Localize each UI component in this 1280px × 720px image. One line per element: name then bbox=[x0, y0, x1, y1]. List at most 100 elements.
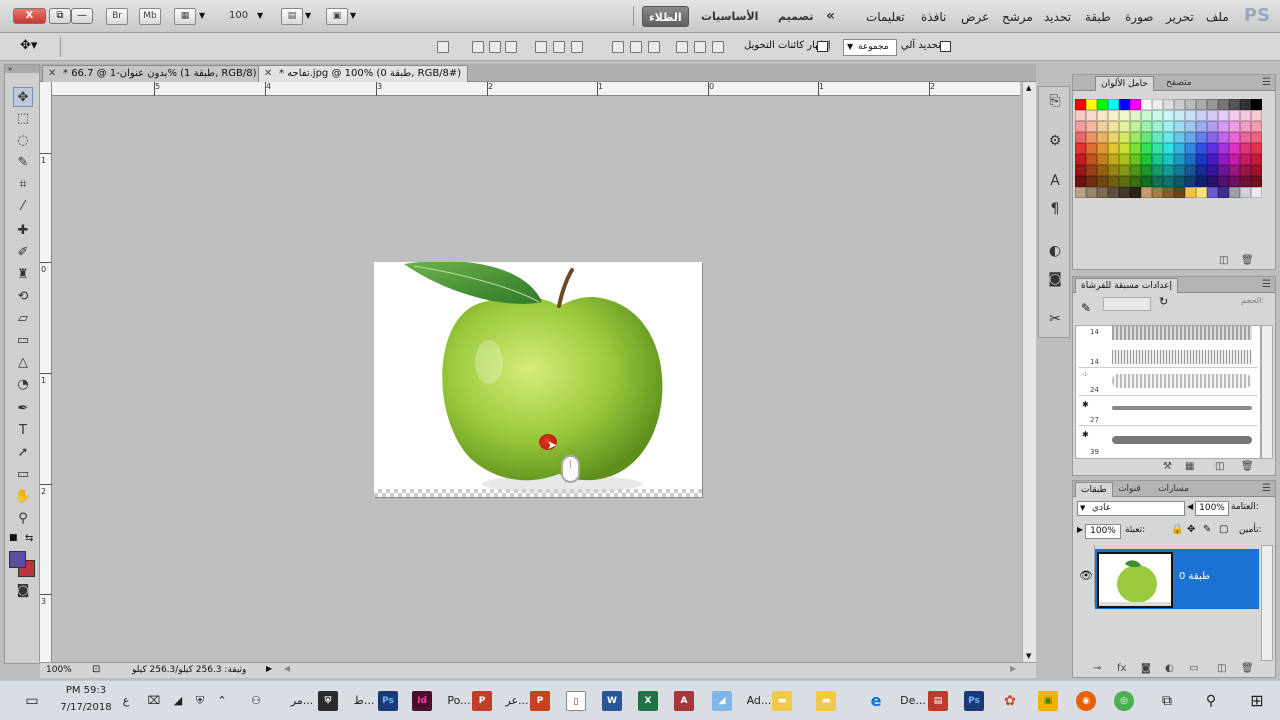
color-swatch[interactable] bbox=[1174, 176, 1185, 187]
scroll-up-icon[interactable]: ▲ bbox=[1026, 84, 1031, 92]
color-swatch[interactable] bbox=[1207, 143, 1218, 154]
blur-tool-icon[interactable]: △ bbox=[13, 353, 33, 373]
brush-tool-icon[interactable]: ✐ bbox=[13, 243, 33, 263]
color-swatch[interactable] bbox=[1218, 121, 1229, 132]
vertical-scrollbar[interactable]: ▲ ▼ bbox=[1022, 82, 1036, 662]
color-swatch[interactable] bbox=[1218, 176, 1229, 187]
color-swatch[interactable] bbox=[1207, 154, 1218, 165]
brush-list[interactable]: 14 14 24 ⁘ 27 ✱ 39 ✱ bbox=[1075, 325, 1261, 459]
color-swatch[interactable] bbox=[1229, 176, 1240, 187]
taskbar-item[interactable]: عر... bbox=[504, 689, 530, 713]
more-workspaces-button[interactable]: « bbox=[820, 6, 841, 27]
color-swatch[interactable] bbox=[1130, 121, 1141, 132]
color-swatch[interactable] bbox=[1174, 143, 1185, 154]
menu-select[interactable]: تحديد bbox=[1044, 10, 1071, 24]
lock-pixels-icon[interactable]: ✎ bbox=[1203, 524, 1211, 535]
tab-brush-presets[interactable]: إعدادات مسبقة للفرشاة bbox=[1075, 278, 1178, 293]
color-swatch[interactable] bbox=[1130, 165, 1141, 176]
color-swatch[interactable] bbox=[1174, 154, 1185, 165]
color-swatch[interactable] bbox=[1196, 154, 1207, 165]
eraser-tool-icon[interactable]: ▱ bbox=[13, 309, 33, 329]
color-swatch[interactable] bbox=[1119, 132, 1130, 143]
add-mask-icon[interactable]: ◙ bbox=[1141, 663, 1151, 674]
color-swatch[interactable] bbox=[1185, 176, 1196, 187]
color-swatch[interactable] bbox=[1240, 99, 1251, 110]
lasso-tool-icon[interactable]: ◌ bbox=[13, 131, 33, 151]
menu-layer[interactable]: طبقة bbox=[1085, 10, 1111, 24]
app-cluster-taskbar-icon[interactable]: ✿ bbox=[1000, 691, 1020, 711]
move-tool-icon[interactable]: ✥ bbox=[13, 87, 33, 107]
security-tray-icon[interactable]: ⛨ bbox=[190, 689, 210, 713]
tool-presets-panel-icon[interactable]: ✂ bbox=[1045, 309, 1065, 329]
screen-mode-chevron-icon[interactable]: ▼ bbox=[350, 11, 356, 20]
arrange-chevron-icon[interactable]: ▼ bbox=[305, 11, 311, 20]
distribute-bottom-icon[interactable] bbox=[535, 41, 547, 53]
taskbar-item[interactable]: ط... bbox=[350, 689, 378, 713]
taskbar-item[interactable]: Po... bbox=[444, 689, 474, 713]
color-swatch[interactable] bbox=[1097, 99, 1108, 110]
color-swatch[interactable] bbox=[1119, 99, 1130, 110]
color-swatch[interactable] bbox=[1163, 154, 1174, 165]
menu-help[interactable]: تعليمات bbox=[866, 10, 905, 24]
view-extras-chevron-icon[interactable]: ▼ bbox=[199, 11, 205, 20]
new-brush-icon[interactable]: ◫ bbox=[1215, 461, 1224, 472]
color-swatch[interactable] bbox=[1174, 165, 1185, 176]
color-swatch[interactable] bbox=[1130, 187, 1141, 198]
color-swatch[interactable] bbox=[1108, 110, 1119, 121]
menu-image[interactable]: صورة bbox=[1125, 10, 1153, 24]
arrange-documents-button[interactable]: ▤ bbox=[281, 8, 303, 25]
windows-start-icon[interactable]: ⊞ bbox=[1246, 689, 1268, 713]
adjustment-layer-icon[interactable]: ◐ bbox=[1165, 663, 1174, 674]
actions-panel-icon[interactable]: ⚙ bbox=[1045, 131, 1065, 151]
auto-select-checkbox[interactable] bbox=[940, 41, 951, 52]
color-swatch[interactable] bbox=[1086, 165, 1097, 176]
toggle-brush-panel-icon[interactable]: ✎ bbox=[1081, 301, 1091, 315]
color-swatch[interactable] bbox=[1251, 154, 1262, 165]
video-taskbar-icon[interactable]: ▤ bbox=[928, 691, 948, 711]
color-swatch[interactable] bbox=[1196, 110, 1207, 121]
color-swatch[interactable] bbox=[1163, 165, 1174, 176]
color-swatch[interactable] bbox=[1196, 132, 1207, 143]
excel-taskbar-icon[interactable]: X bbox=[638, 691, 658, 711]
color-swatch[interactable] bbox=[1196, 143, 1207, 154]
status-zoom[interactable]: 100% bbox=[46, 665, 72, 675]
color-swatch[interactable] bbox=[1185, 99, 1196, 110]
tab-untitled-1[interactable]: ✕ * بدون عنوان-1 @ 66.7% (طبقة 1, RGB/8) bbox=[42, 65, 264, 82]
auto-align-icon[interactable] bbox=[437, 41, 449, 53]
view-extras-button[interactable]: ▦ bbox=[174, 8, 196, 25]
color-swatch[interactable] bbox=[1119, 187, 1130, 198]
color-swatch[interactable] bbox=[1152, 176, 1163, 187]
color-swatch[interactable] bbox=[1185, 165, 1196, 176]
input-language[interactable]: ع bbox=[118, 689, 134, 713]
color-swatch[interactable] bbox=[1185, 154, 1196, 165]
color-swatch[interactable] bbox=[1240, 154, 1251, 165]
color-swatch[interactable] bbox=[1196, 99, 1207, 110]
color-swatch[interactable] bbox=[1218, 187, 1229, 198]
color-swatch[interactable] bbox=[1240, 176, 1251, 187]
chrome-taskbar-icon[interactable]: ◎ bbox=[1114, 691, 1134, 711]
swap-colors-icon[interactable]: ⇆ bbox=[25, 533, 33, 544]
shield-app-icon[interactable]: ⛨ bbox=[318, 691, 338, 711]
color-swatch[interactable] bbox=[1119, 154, 1130, 165]
color-swatch[interactable] bbox=[1240, 132, 1251, 143]
color-swatch[interactable] bbox=[1251, 143, 1262, 154]
color-swatch[interactable] bbox=[1251, 176, 1262, 187]
color-swatch[interactable] bbox=[1108, 143, 1119, 154]
color-swatch[interactable] bbox=[1086, 143, 1097, 154]
color-swatch[interactable] bbox=[1119, 165, 1130, 176]
blank-document-taskbar-icon[interactable]: ▯ bbox=[566, 691, 586, 711]
lock-position-icon[interactable]: ✥ bbox=[1187, 524, 1195, 535]
move-tool-preset-icon[interactable]: ✥▾ bbox=[20, 38, 37, 53]
align-top-icon[interactable] bbox=[712, 41, 724, 53]
align-left-icon[interactable] bbox=[648, 41, 660, 53]
color-swatch[interactable] bbox=[1218, 165, 1229, 176]
lock-all-icon[interactable]: 🔒 bbox=[1171, 524, 1183, 535]
color-swatch[interactable] bbox=[1240, 187, 1251, 198]
delete-layer-icon[interactable]: 🗑 bbox=[1241, 663, 1254, 674]
scroll-down-icon[interactable]: ▼ bbox=[1026, 652, 1031, 660]
color-swatch[interactable] bbox=[1108, 121, 1119, 132]
brush-list-scrollbar[interactable] bbox=[1261, 325, 1273, 459]
photoshop-taskbar-icon-2[interactable]: Ps bbox=[964, 691, 984, 711]
color-swatch[interactable] bbox=[1152, 121, 1163, 132]
color-swatch[interactable] bbox=[1108, 176, 1119, 187]
